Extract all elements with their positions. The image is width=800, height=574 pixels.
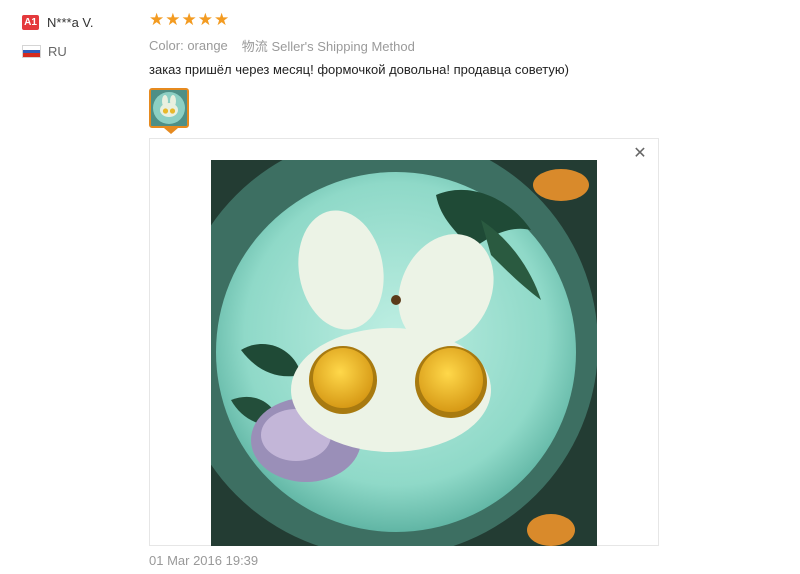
reviewer-country-row: RU [22,44,142,59]
shipping-info: 物流 Seller's Shipping Method [242,36,415,55]
review-photo [211,160,597,546]
order-meta: Color: orange 物流 Seller's Shipping Metho… [149,36,669,54]
review-text: заказ пришёл через месяц! формочкой дово… [149,62,569,77]
close-icon[interactable]: ✕ [632,145,648,162]
thumbnail-image [151,90,187,126]
review-date: 01 Mar 2016 19:39 [149,553,259,568]
thumbnail-pointer [164,128,178,134]
reviewer-info: A1 N***a V. RU [22,12,142,59]
star-rating: ★ ★ ★ ★ ★ [149,10,669,30]
star-icon: ★ [149,10,165,29]
russia-flag-icon [22,45,41,58]
photo-viewer: ✕ [149,138,659,546]
reviewer-country: RU [48,44,67,59]
star-icon: ★ [181,10,197,29]
star-icon: ★ [197,10,213,29]
photo-thumbnail[interactable] [149,88,189,128]
star-icon: ★ [214,10,230,29]
review-content: ★ ★ ★ ★ ★ Color: orange 物流 Seller's Ship… [149,10,669,80]
color-info: Color: orange [149,38,228,53]
shipping-value: Seller's Shipping Method [271,38,415,54]
shipping-label: 物流 [241,38,268,54]
star-icon: ★ [165,10,181,29]
reviewer-name-row: A1 N***a V. [22,12,142,32]
color-label: Color: [149,37,184,53]
reviewer-name: N***a V. [47,14,94,30]
level-badge: A1 [22,14,39,30]
color-value: orange [187,37,228,53]
